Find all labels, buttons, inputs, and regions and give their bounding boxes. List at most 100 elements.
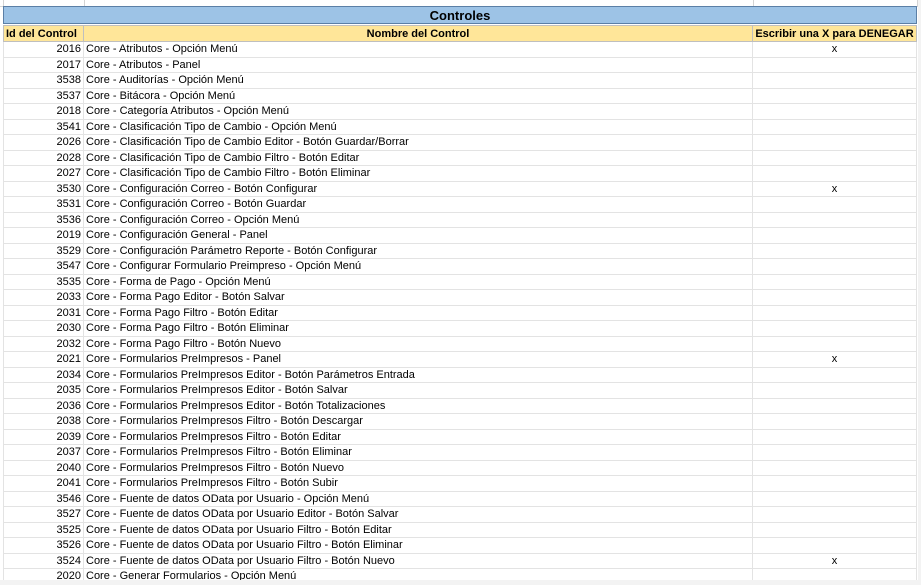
control-id-cell[interactable]: 2028: [3, 150, 84, 165]
deny-cell[interactable]: [753, 243, 917, 258]
deny-cell[interactable]: [753, 150, 917, 165]
deny-cell[interactable]: [753, 507, 917, 522]
deny-cell[interactable]: [753, 476, 917, 491]
deny-cell[interactable]: [753, 88, 917, 103]
control-name-cell[interactable]: Core - Formularios PreImpresos Filtro - …: [84, 445, 753, 460]
deny-cell[interactable]: [753, 119, 917, 134]
control-id-cell[interactable]: 2021: [3, 352, 84, 367]
deny-cell[interactable]: [753, 538, 917, 553]
control-name-cell[interactable]: Core - Fuente de datos OData por Usuario…: [84, 507, 753, 522]
header-name-cell[interactable]: Nombre del Control: [84, 25, 753, 41]
deny-cell[interactable]: [753, 274, 917, 289]
control-name-cell[interactable]: Core - Atributos - Opción Menú: [84, 42, 753, 57]
control-id-cell[interactable]: 3530: [3, 181, 84, 196]
deny-cell[interactable]: [753, 73, 917, 88]
deny-cell[interactable]: [753, 228, 917, 243]
control-id-cell[interactable]: 3537: [3, 88, 84, 103]
deny-cell[interactable]: x: [753, 181, 917, 196]
deny-cell[interactable]: [753, 460, 917, 475]
control-name-cell[interactable]: Core - Atributos - Panel: [84, 57, 753, 72]
control-name-cell[interactable]: Core - Formularios PreImpresos Filtro - …: [84, 414, 753, 429]
control-name-cell[interactable]: Core - Clasificación Tipo de Cambio Edit…: [84, 135, 753, 150]
control-name-cell[interactable]: Core - Auditorías - Opción Menú: [84, 73, 753, 88]
control-id-cell[interactable]: 2033: [3, 290, 84, 305]
control-name-cell[interactable]: Core - Configuración Correo - Botón Guar…: [84, 197, 753, 212]
control-name-cell[interactable]: Core - Forma de Pago - Opción Menú: [84, 274, 753, 289]
control-id-cell[interactable]: 3541: [3, 119, 84, 134]
control-id-cell[interactable]: 2017: [3, 57, 84, 72]
deny-cell[interactable]: x: [753, 352, 917, 367]
control-id-cell[interactable]: 2041: [3, 476, 84, 491]
control-name-cell[interactable]: Core - Fuente de datos OData por Usuario…: [84, 522, 753, 537]
control-name-cell[interactable]: Core - Formularios PreImpresos Filtro - …: [84, 460, 753, 475]
control-name-cell[interactable]: Core - Fuente de datos OData por Usuario…: [84, 491, 753, 506]
control-id-cell[interactable]: 3529: [3, 243, 84, 258]
deny-cell[interactable]: [753, 336, 917, 351]
deny-cell[interactable]: [753, 259, 917, 274]
control-name-cell[interactable]: Core - Configuración Correo - Botón Conf…: [84, 181, 753, 196]
control-name-cell[interactable]: Core - Formularios PreImpresos Editor - …: [84, 383, 753, 398]
control-id-cell[interactable]: 2026: [3, 135, 84, 150]
control-id-cell[interactable]: 2019: [3, 228, 84, 243]
control-name-cell[interactable]: Core - Formularios PreImpresos Editor - …: [84, 398, 753, 413]
control-id-cell[interactable]: 3546: [3, 491, 84, 506]
control-name-cell[interactable]: Core - Formularios PreImpresos Filtro - …: [84, 429, 753, 444]
control-name-cell[interactable]: Core - Clasificación Tipo de Cambio Filt…: [84, 166, 753, 181]
control-id-cell[interactable]: 3536: [3, 212, 84, 227]
deny-cell[interactable]: [753, 290, 917, 305]
deny-cell[interactable]: [753, 398, 917, 413]
control-id-cell[interactable]: 2035: [3, 383, 84, 398]
deny-cell[interactable]: [753, 445, 917, 460]
control-id-cell[interactable]: 3527: [3, 507, 84, 522]
deny-cell[interactable]: [753, 104, 917, 119]
deny-cell[interactable]: [753, 135, 917, 150]
control-name-cell[interactable]: Core - Clasificación Tipo de Cambio - Op…: [84, 119, 753, 134]
control-id-cell[interactable]: 2027: [3, 166, 84, 181]
control-name-cell[interactable]: Core - Bitácora - Opción Menú: [84, 88, 753, 103]
deny-cell[interactable]: [753, 197, 917, 212]
deny-cell[interactable]: [753, 212, 917, 227]
control-id-cell[interactable]: 3535: [3, 274, 84, 289]
control-name-cell[interactable]: Core - Configuración Correo - Opción Men…: [84, 212, 753, 227]
control-id-cell[interactable]: 3526: [3, 538, 84, 553]
control-id-cell[interactable]: 2031: [3, 305, 84, 320]
control-name-cell[interactable]: Core - Formularios PreImpresos Filtro - …: [84, 476, 753, 491]
control-id-cell[interactable]: 2032: [3, 336, 84, 351]
control-id-cell[interactable]: 2036: [3, 398, 84, 413]
control-id-cell[interactable]: 3538: [3, 73, 84, 88]
deny-cell[interactable]: x: [753, 42, 917, 57]
control-id-cell[interactable]: 3531: [3, 197, 84, 212]
control-name-cell[interactable]: Core - Formularios PreImpresos - Panel: [84, 352, 753, 367]
sheet-title[interactable]: Controles: [3, 6, 917, 24]
deny-cell[interactable]: [753, 383, 917, 398]
control-name-cell[interactable]: Core - Configuración General - Panel: [84, 228, 753, 243]
control-id-cell[interactable]: 3547: [3, 259, 84, 274]
deny-cell[interactable]: [753, 305, 917, 320]
control-id-cell[interactable]: 2038: [3, 414, 84, 429]
deny-cell[interactable]: [753, 57, 917, 72]
control-id-cell[interactable]: 2018: [3, 104, 84, 119]
control-id-cell[interactable]: 2039: [3, 429, 84, 444]
control-id-cell[interactable]: 3525: [3, 522, 84, 537]
deny-cell[interactable]: [753, 367, 917, 382]
header-id-cell[interactable]: Id del Control: [3, 25, 84, 41]
control-name-cell[interactable]: Core - Fuente de datos OData por Usuario…: [84, 538, 753, 553]
deny-cell[interactable]: [753, 321, 917, 336]
deny-cell[interactable]: [753, 166, 917, 181]
control-name-cell[interactable]: Core - Forma Pago Filtro - Botón Nuevo: [84, 336, 753, 351]
deny-cell[interactable]: x: [753, 553, 917, 568]
control-name-cell[interactable]: Core - Configuración Parámetro Reporte -…: [84, 243, 753, 258]
control-id-cell[interactable]: 2037: [3, 445, 84, 460]
deny-cell[interactable]: [753, 429, 917, 444]
control-name-cell[interactable]: Core - Configurar Formulario Preimpreso …: [84, 259, 753, 274]
control-id-cell[interactable]: 2016: [3, 42, 84, 57]
control-id-cell[interactable]: 2030: [3, 321, 84, 336]
control-name-cell[interactable]: Core - Categoría Atributos - Opción Menú: [84, 104, 753, 119]
control-name-cell[interactable]: Core - Forma Pago Filtro - Botón Editar: [84, 305, 753, 320]
control-id-cell[interactable]: 2034: [3, 367, 84, 382]
control-name-cell[interactable]: Core - Formularios PreImpresos Editor - …: [84, 367, 753, 382]
control-name-cell[interactable]: Core - Fuente de datos OData por Usuario…: [84, 553, 753, 568]
deny-cell[interactable]: [753, 414, 917, 429]
deny-cell[interactable]: [753, 491, 917, 506]
control-id-cell[interactable]: 3524: [3, 553, 84, 568]
